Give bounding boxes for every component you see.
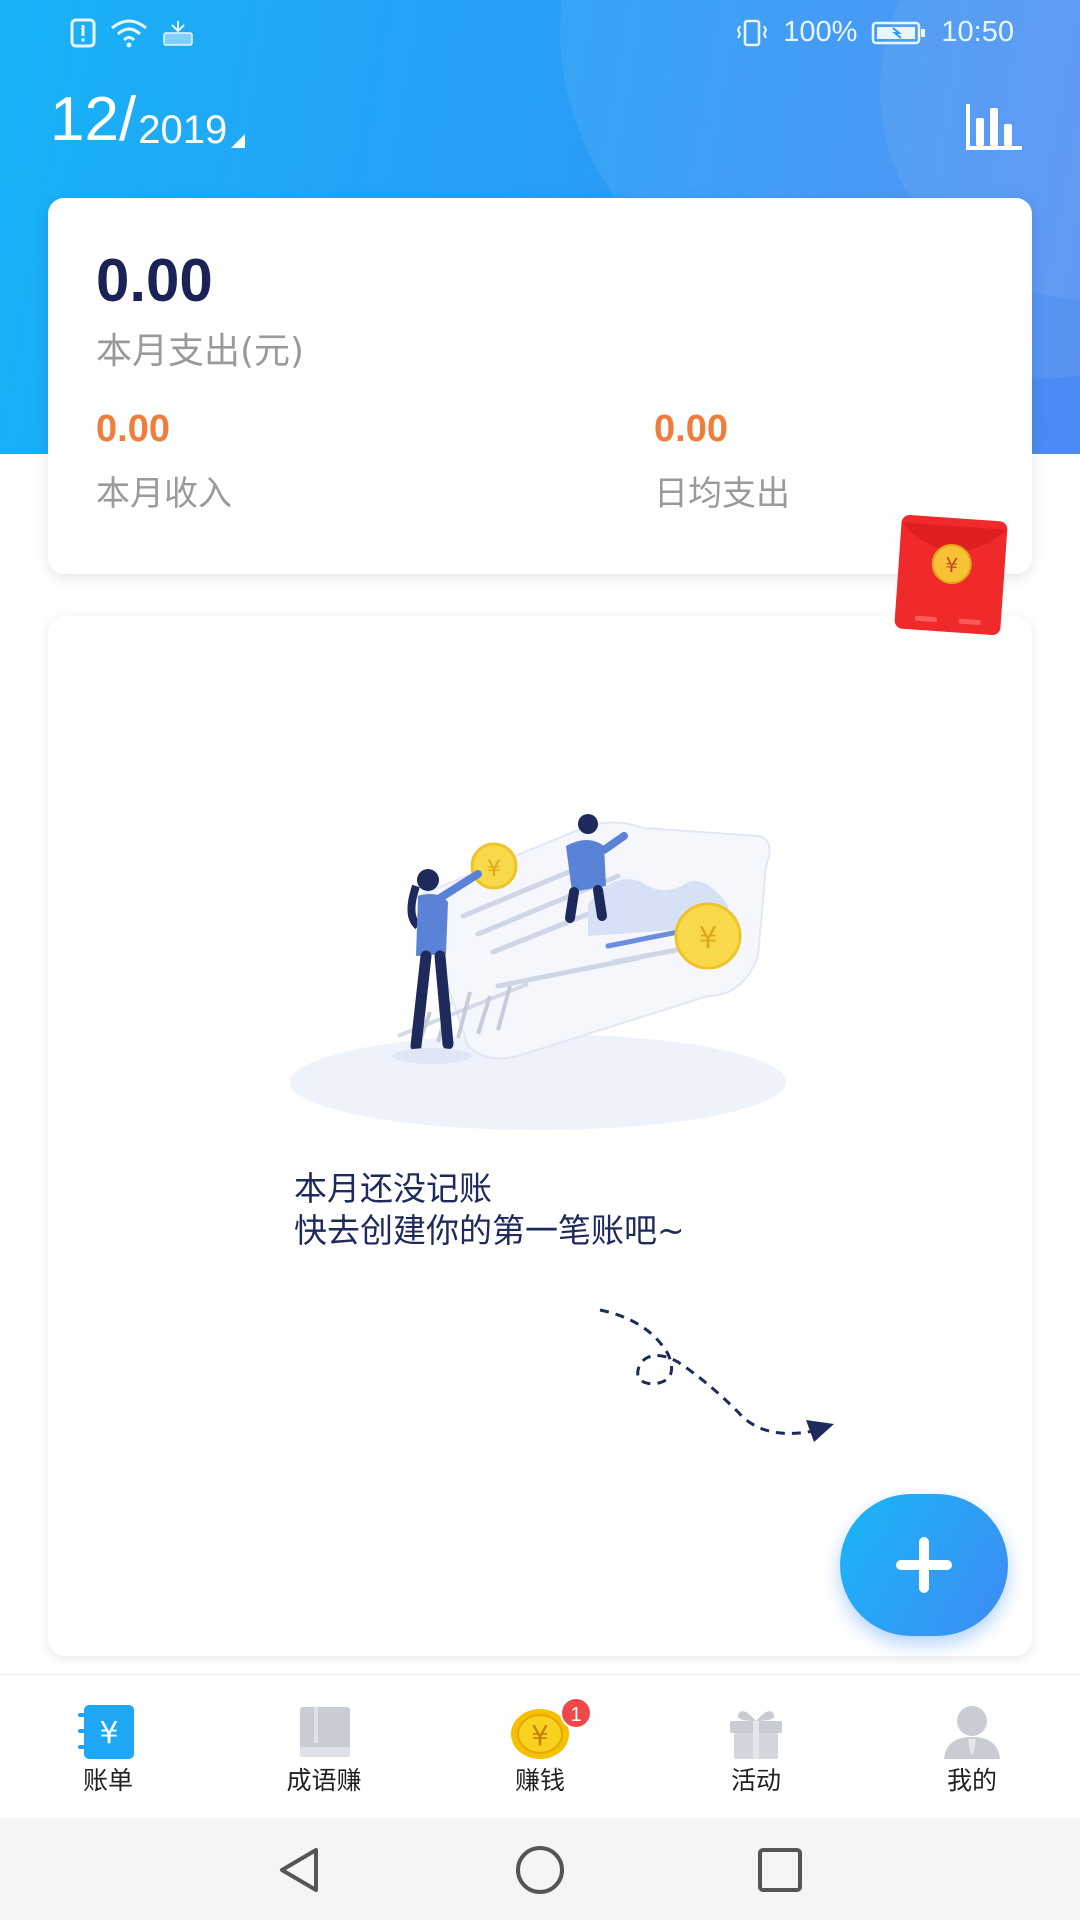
battery-percent: 100% <box>783 16 858 48</box>
month-value: 12 <box>50 85 119 154</box>
status-left-icons <box>70 18 194 48</box>
recent-apps-icon[interactable] <box>750 1840 810 1900</box>
empty-state-line1: 本月还没记账 <box>294 1169 492 1208</box>
svg-text:¥: ¥ <box>698 921 717 956</box>
date-separator: / <box>118 85 137 154</box>
svg-text:¥: ¥ <box>99 1716 118 1751</box>
monthly-expense-value: 0.00 <box>96 247 213 314</box>
system-navigation-bar <box>0 1818 1080 1920</box>
empty-state-line2: 快去创建你的第一笔账吧~ <box>294 1211 685 1250</box>
bill-icon: ¥ <box>78 1705 134 1759</box>
status-bar: 100% 10:50 <box>0 0 1080 70</box>
tab-earn-money[interactable]: ¥ 1 赚钱 <box>432 1675 648 1819</box>
user-icon <box>944 1706 1000 1759</box>
month-picker[interactable]: 12 / 2019 <box>50 85 246 154</box>
plus-icon <box>919 1537 929 1593</box>
bar-chart-icon[interactable] <box>962 96 1026 156</box>
home-icon[interactable] <box>510 1840 570 1900</box>
tab-bill-label: 账单 <box>82 1766 133 1795</box>
add-record-button[interactable] <box>840 1494 1008 1636</box>
dashed-arrow-icon <box>599 1308 834 1442</box>
dropdown-caret-icon <box>231 134 246 148</box>
monthly-income-label: 本月收入 <box>96 474 232 514</box>
tab-mine[interactable]: 我的 <box>864 1675 1080 1819</box>
gift-icon <box>730 1711 782 1759</box>
svg-text:¥: ¥ <box>531 1719 549 1752</box>
svg-text:¥: ¥ <box>487 857 501 882</box>
notification-badge: 1 <box>560 1697 592 1729</box>
monthly-expense-label: 本月支出(元) <box>96 331 305 372</box>
monthly-summary-card: 0.00 本月支出(元) 0.00 本月收入 0.00 日均支出 <box>48 198 1032 574</box>
daily-average-value: 0.00 <box>654 408 728 450</box>
tab-idiom-earn[interactable]: 成语赚 <box>216 1675 432 1819</box>
daily-average-label: 日均支出 <box>654 474 790 514</box>
battery-charging-icon <box>872 21 926 44</box>
bottom-tab-bar: ¥ 账单 成语赚 ¥ 1 赚钱 活动 我的 <box>0 1674 1080 1818</box>
tab-mine-label: 我的 <box>946 1766 997 1795</box>
svg-text:¥: ¥ <box>945 553 959 578</box>
red-packet-icon[interactable]: ¥ <box>888 510 1014 640</box>
notification-alert-icon <box>70 18 96 48</box>
year-value: 2019 <box>138 108 228 152</box>
app-notification-icon <box>163 21 193 46</box>
tab-activity-label: 活动 <box>730 1766 781 1795</box>
back-icon[interactable] <box>270 1840 330 1900</box>
empty-state-message: 本月还没记账 快去创建你的第一笔账吧~ <box>294 1168 685 1252</box>
book-icon <box>300 1707 350 1757</box>
clock-time: 10:50 <box>941 16 1014 48</box>
tab-bill[interactable]: ¥ 账单 <box>0 1675 216 1819</box>
tab-idiom-earn-label: 成语赚 <box>286 1766 362 1795</box>
tab-activity[interactable]: 活动 <box>648 1675 864 1819</box>
status-right-icons: 100% 10:50 <box>735 16 1014 49</box>
tab-earn-money-label: 赚钱 <box>514 1766 565 1795</box>
wifi-icon <box>111 19 147 48</box>
empty-bill-illustration: ¥ ¥ <box>290 814 786 1130</box>
monthly-income-value: 0.00 <box>96 408 170 450</box>
vibrate-icon <box>737 19 768 46</box>
